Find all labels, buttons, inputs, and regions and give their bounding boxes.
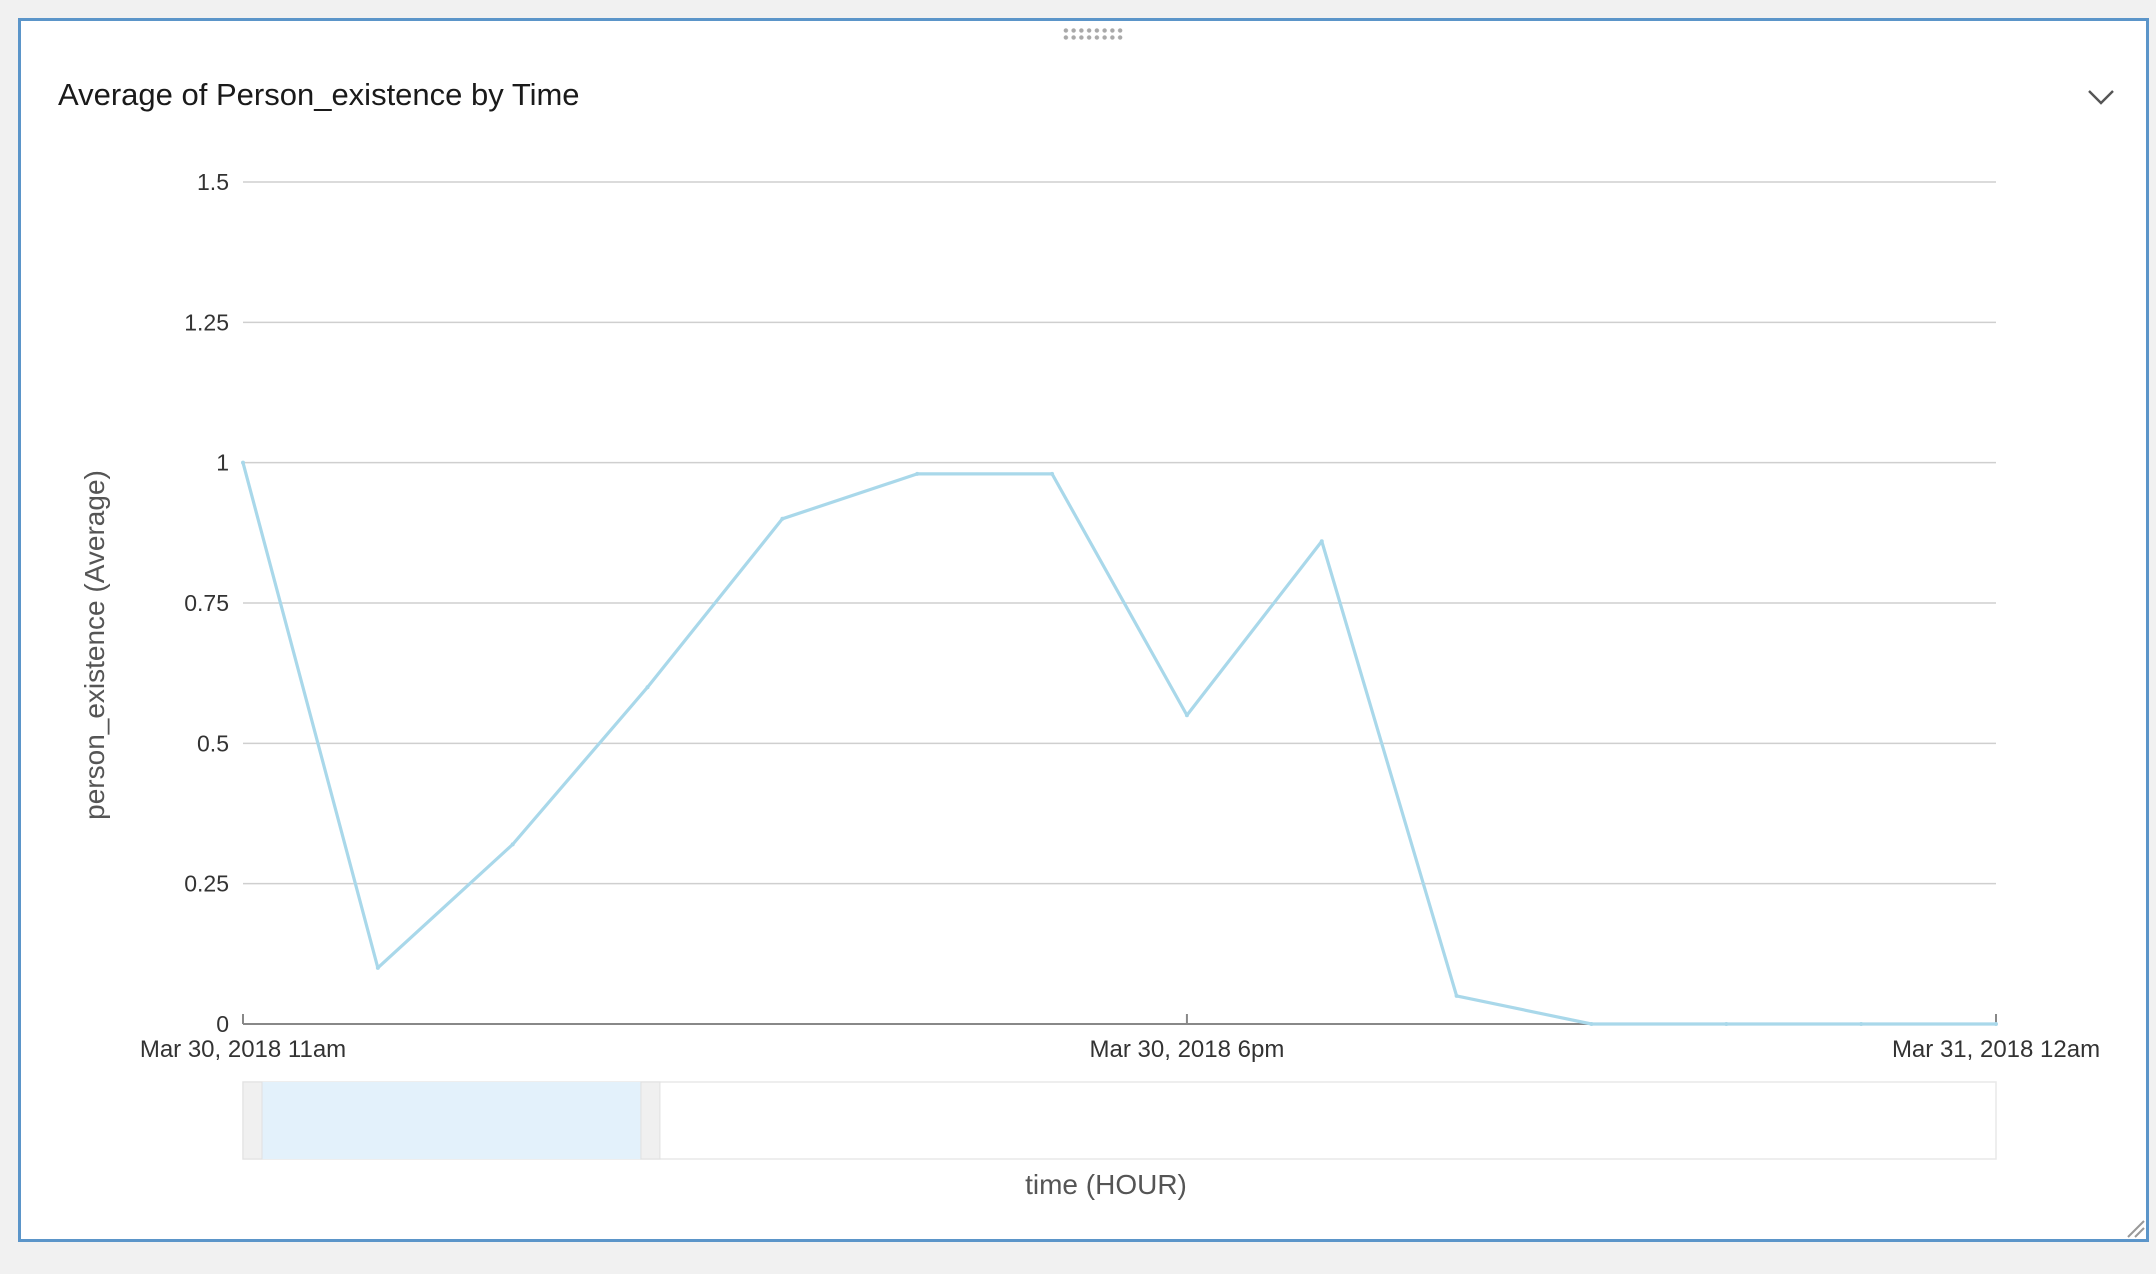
data-point bbox=[1184, 713, 1189, 718]
x-tick-label: Mar 31, 2018 12am bbox=[1892, 1036, 2100, 1063]
range-selection-window[interactable] bbox=[262, 1082, 641, 1159]
data-point bbox=[915, 471, 920, 476]
x-axis-label: time (HOUR) bbox=[1025, 1169, 1187, 1200]
data-point bbox=[241, 460, 245, 465]
range-navigator[interactable] bbox=[242, 1081, 1997, 1160]
x-tick-label: Mar 30, 2018 6pm bbox=[1090, 1036, 1285, 1063]
y-tick-label: 0.75 bbox=[184, 590, 229, 616]
y-axis-label: person_existence (Average) bbox=[79, 470, 110, 820]
resize-grip-icon[interactable] bbox=[2124, 1217, 2146, 1239]
data-point bbox=[1994, 1022, 1998, 1026]
data-point bbox=[375, 965, 380, 970]
data-point bbox=[1589, 1022, 1594, 1026]
data-point bbox=[1454, 993, 1459, 998]
y-tick-label: 1.25 bbox=[184, 309, 229, 335]
line-chart: 00.250.50.7511.251.5 Mar 30, 2018 11am Ma… bbox=[79, 169, 2100, 1200]
data-point bbox=[1724, 1022, 1729, 1026]
data-point bbox=[1050, 471, 1055, 476]
x-tick-labels: Mar 30, 2018 11am Mar 30, 2018 6pm Mar 31,… bbox=[140, 1036, 2100, 1063]
chart-panel: Average of Person_existence by Time 0 0.2… bbox=[18, 18, 2149, 1242]
data-point bbox=[645, 685, 650, 690]
range-handle-left[interactable] bbox=[242, 1081, 263, 1160]
y-tick-label: 1.5 bbox=[197, 169, 229, 195]
data-point bbox=[510, 842, 515, 847]
data-point bbox=[1859, 1022, 1864, 1026]
y-tick-label: 0.5 bbox=[197, 730, 229, 756]
y-tick-label: 0 bbox=[216, 1011, 229, 1037]
range-handle-right[interactable] bbox=[640, 1081, 661, 1160]
data-point bbox=[1319, 539, 1324, 544]
y-tick-labels: 0 0.25 0.5 0.75 1 1.25 1.5 bbox=[184, 169, 229, 1037]
data-point bbox=[780, 516, 785, 521]
y-tick-label: 0.25 bbox=[184, 871, 229, 897]
gridlines bbox=[243, 181, 1996, 885]
y-tick-label: 1 bbox=[216, 450, 229, 476]
x-tick-label: Mar 30, 2018 11am bbox=[140, 1036, 346, 1063]
